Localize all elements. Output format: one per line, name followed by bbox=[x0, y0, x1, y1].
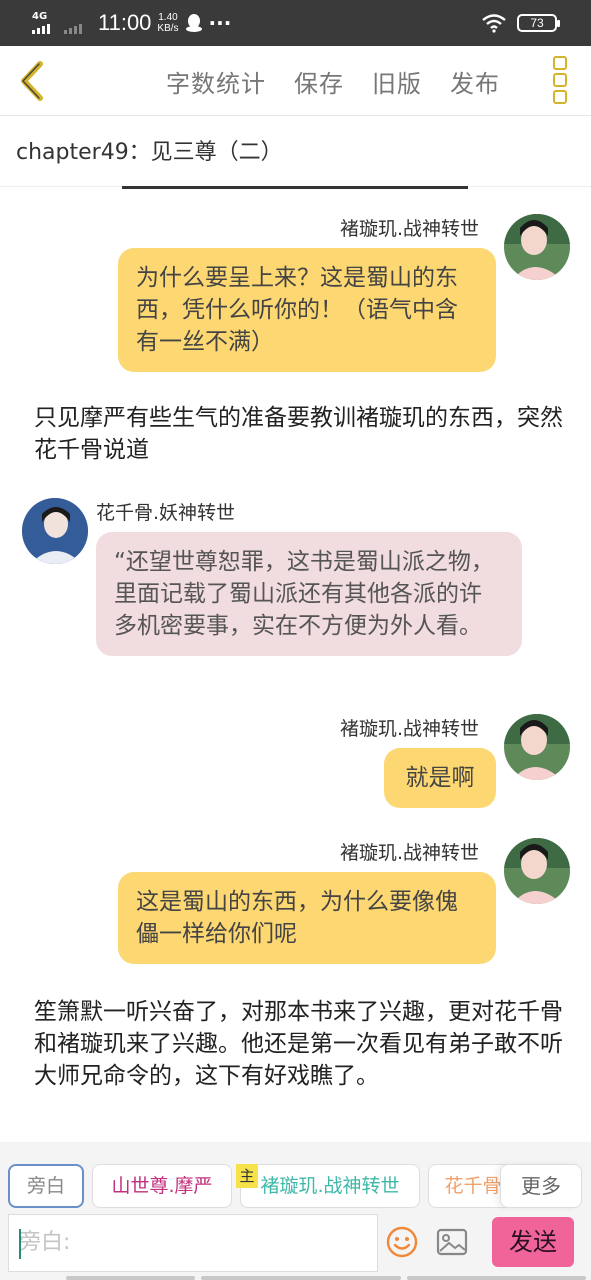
emoji-button[interactable] bbox=[386, 1226, 418, 1258]
message-bubble[interactable]: 为什么要呈上来？这是蜀山的东西，凭什么听你的！（语气中含有一丝不满） bbox=[118, 248, 496, 372]
image-icon bbox=[436, 1228, 468, 1256]
speaker-name: 花千骨.妖神转世 bbox=[96, 502, 236, 524]
menu-button[interactable] bbox=[551, 56, 569, 104]
back-button[interactable] bbox=[14, 58, 54, 104]
message-input[interactable]: 旁白: bbox=[8, 1214, 378, 1272]
speaker-name: 褚璇玑.战神转世 bbox=[340, 218, 480, 240]
message-bubble[interactable]: 就是啊 bbox=[384, 748, 496, 808]
battery-icon: 73 bbox=[517, 14, 560, 32]
avatar[interactable] bbox=[504, 214, 570, 280]
message-bubble[interactable]: 这是蜀山的东西，为什么要像傀儡一样给你们呢 bbox=[118, 872, 496, 964]
message-bubble[interactable]: “还望世尊恕罪，这书是蜀山派之物，里面记载了蜀山派还有其他各派的许多机密要事，实… bbox=[96, 532, 522, 656]
more-notifications-icon: ··· bbox=[208, 11, 232, 35]
role-tab-narrator[interactable]: 旁白 bbox=[8, 1164, 84, 1208]
role-tab-xuanji[interactable]: 褚璇玑.战神转世 bbox=[240, 1164, 420, 1208]
main-role-tag: 主 bbox=[236, 1164, 258, 1188]
speaker-name: 褚璇玑.战神转世 bbox=[340, 842, 480, 864]
avatar[interactable] bbox=[504, 714, 570, 780]
clock: 11:00 bbox=[98, 10, 152, 35]
avatar[interactable] bbox=[22, 498, 88, 564]
publish-button[interactable]: 发布 bbox=[450, 64, 500, 99]
more-roles-button[interactable]: 更多 bbox=[500, 1164, 582, 1208]
menu-dot-icon bbox=[553, 56, 567, 70]
status-bar: 4G 11:00 1.40 KB/s ··· 73 bbox=[0, 0, 591, 46]
old-version-button[interactable]: 旧版 bbox=[372, 64, 422, 99]
message-input-placeholder: 旁白: bbox=[19, 1230, 71, 1255]
save-button[interactable]: 保存 bbox=[294, 64, 344, 99]
image-edge bbox=[122, 186, 468, 189]
narration-text: 笙箫默一听兴奋了，对那本书来了兴趣，更对花千骨和褚璇玑来了兴趣。他还是第一次看见… bbox=[34, 999, 563, 1089]
narration-text: 只见摩严有些生气的准备要教训褚璇玑的东西，突然花千骨说道 bbox=[34, 405, 563, 463]
avatar[interactable] bbox=[504, 838, 570, 904]
signal-2-icon bbox=[62, 10, 88, 36]
chapter-title: chapter49：见三尊（二） bbox=[16, 140, 283, 165]
signal-icon: 4G bbox=[30, 10, 56, 36]
top-navigation: 字数统计 保存 旧版 发布 bbox=[0, 46, 591, 116]
net-speed: 1.40 KB/s bbox=[157, 12, 178, 34]
qq-icon bbox=[185, 14, 202, 32]
net-speed-unit: KB/s bbox=[157, 23, 179, 34]
image-button[interactable] bbox=[436, 1228, 468, 1256]
word-count-button[interactable]: 字数统计 bbox=[166, 64, 266, 99]
menu-dot-icon bbox=[553, 90, 567, 104]
scroll-indicator bbox=[66, 1276, 586, 1280]
send-button[interactable]: 发送 bbox=[492, 1217, 574, 1267]
wifi-icon bbox=[482, 14, 506, 33]
smiley-icon bbox=[386, 1226, 418, 1258]
text-caret bbox=[19, 1229, 21, 1259]
menu-dot-icon bbox=[553, 73, 567, 87]
speaker-name: 褚璇玑.战神转世 bbox=[340, 718, 480, 740]
back-arrow-icon bbox=[21, 61, 43, 101]
network-type: 4G bbox=[32, 11, 48, 22]
role-tab-moyan[interactable]: 山世尊.摩严 bbox=[92, 1164, 232, 1208]
net-speed-value: 1.40 bbox=[158, 12, 178, 23]
